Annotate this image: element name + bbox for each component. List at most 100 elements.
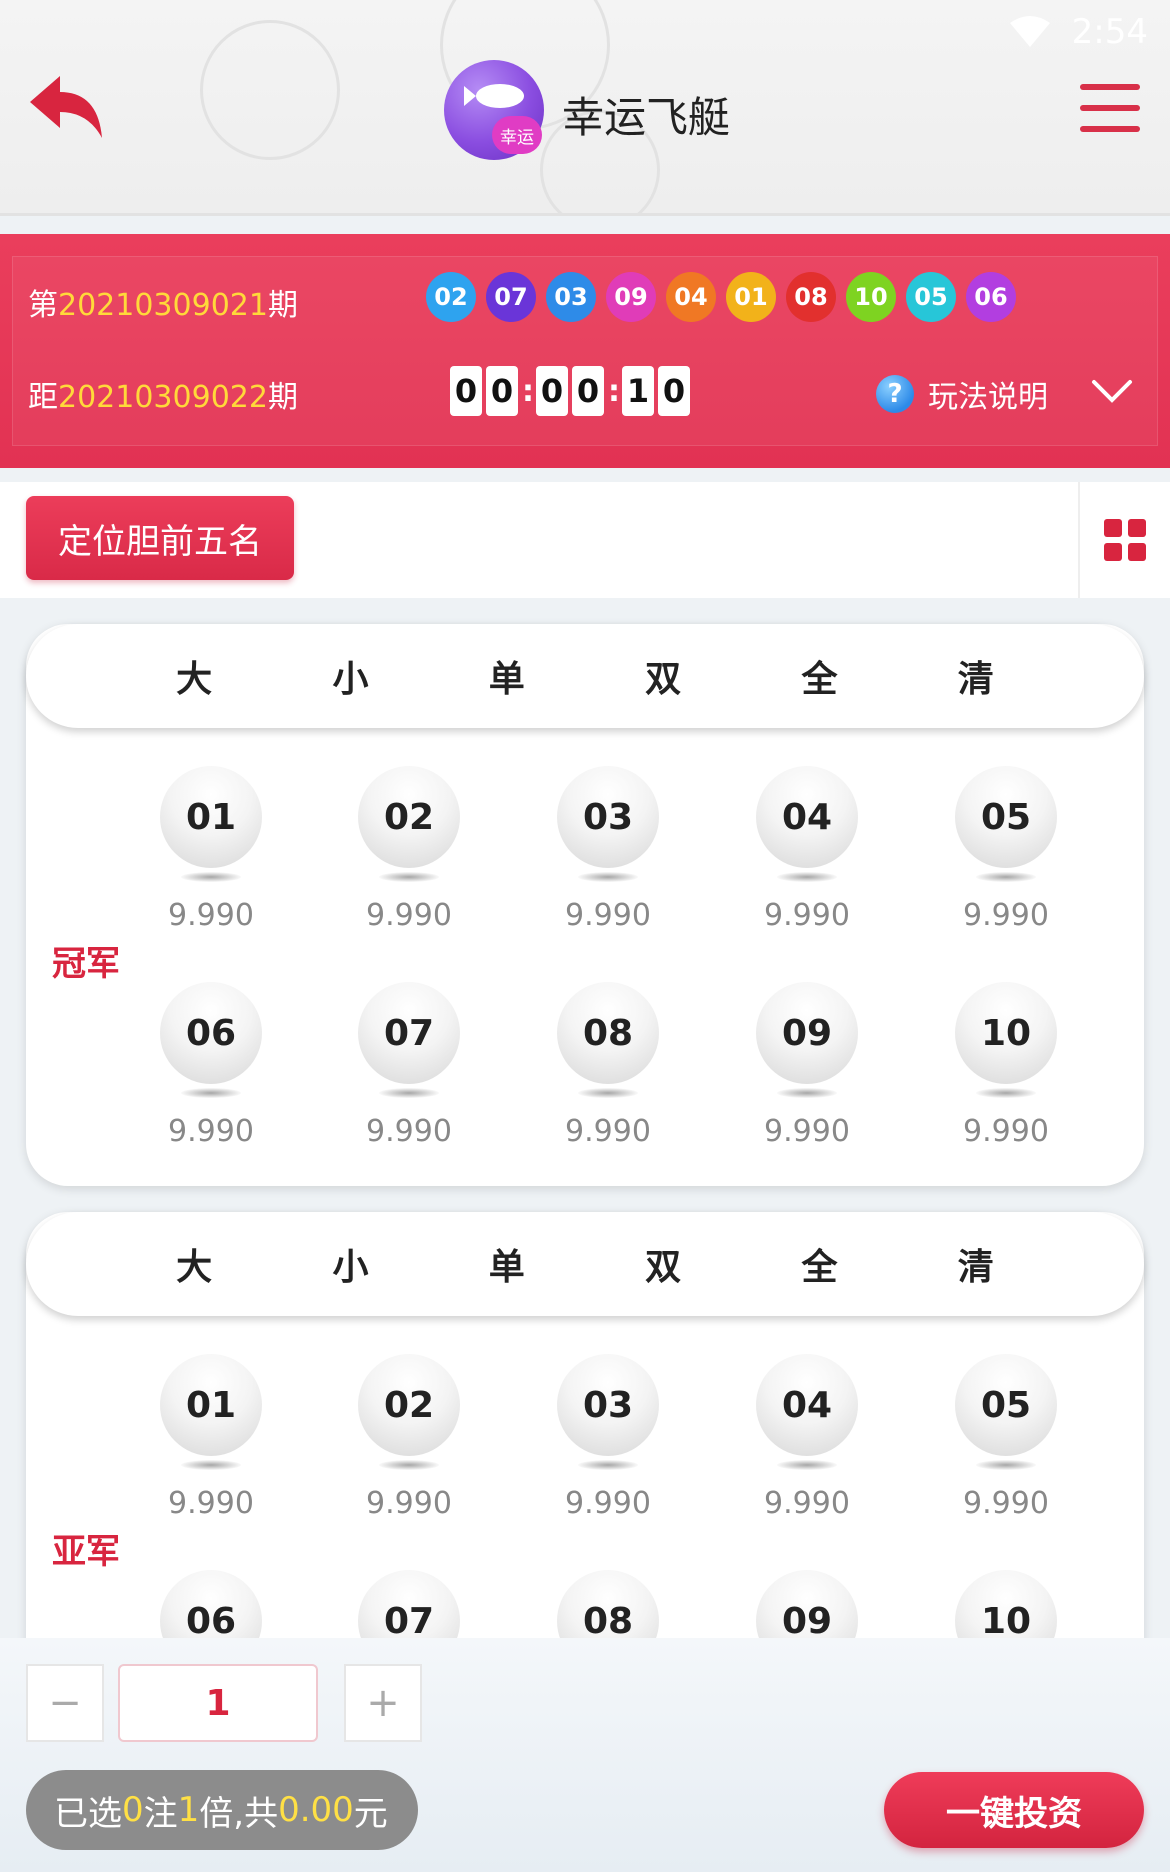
quick-select-button[interactable]: 大 (154, 1238, 234, 1290)
odds-value: 9.990 (565, 1486, 651, 1521)
result-ball: 10 (846, 272, 896, 322)
multiplier-value: 1 (177, 1790, 200, 1830)
ball-shadow (976, 1088, 1036, 1098)
next-period-prefix: 距 (28, 380, 58, 415)
ball-shadow (181, 1460, 241, 1470)
number-ball[interactable]: 09 (756, 982, 858, 1084)
quick-select-button[interactable]: 全 (779, 1238, 859, 1290)
number-ball[interactable]: 03 (557, 766, 659, 868)
quick-select-button[interactable]: 大 (154, 650, 234, 702)
quick-select-button[interactable]: 双 (623, 1238, 703, 1290)
number-option[interactable]: 01 9.990 (136, 1354, 286, 1544)
result-ball: 05 (906, 272, 956, 322)
number-option[interactable]: 10 9.990 (931, 982, 1081, 1172)
number-ball[interactable]: 02 (358, 1354, 460, 1456)
status-time: 2:54 (1071, 12, 1148, 52)
multiplier-input[interactable] (118, 1664, 318, 1742)
background-lottery-ball-decoration (200, 20, 340, 160)
ball-shadow (976, 872, 1036, 882)
chevron-down-icon (1092, 380, 1132, 403)
number-option[interactable]: 05 9.990 (931, 766, 1081, 956)
number-ball[interactable]: 01 (160, 766, 262, 868)
odds-value: 9.990 (168, 898, 254, 933)
top-header: 2:54 幸运 幸运飞艇 (0, 0, 1170, 216)
number-option[interactable]: 06 9.990 (136, 982, 286, 1172)
rules-help-button[interactable]: ? 玩法说明 (876, 372, 1048, 416)
number-ball[interactable]: 08 (557, 982, 659, 1084)
number-option[interactable]: 04 9.990 (732, 766, 882, 956)
summary-text: 已选 (54, 1793, 122, 1834)
odds-value: 9.990 (366, 898, 452, 933)
number-option[interactable]: 07 9.990 (334, 982, 484, 1172)
back-button[interactable] (26, 72, 106, 144)
ball-shadow (379, 872, 439, 882)
rules-help-label: 玩法说明 (928, 380, 1048, 415)
number-ball[interactable]: 03 (557, 1354, 659, 1456)
quick-select-button[interactable]: 清 (936, 1238, 1016, 1290)
countdown-digit: 1 (622, 366, 654, 416)
odds-value: 9.990 (963, 1486, 1049, 1521)
result-ball: 06 (966, 272, 1016, 322)
number-ball[interactable]: 07 (358, 982, 460, 1084)
countdown-separator: : (608, 373, 620, 409)
ball-shadow (578, 1460, 638, 1470)
countdown-digit: 0 (658, 366, 690, 416)
number-option[interactable]: 08 9.990 (533, 982, 683, 1172)
number-ball[interactable]: 02 (358, 766, 460, 868)
quick-select-button[interactable]: 单 (467, 1238, 547, 1290)
result-ball: 09 (606, 272, 656, 322)
number-ball[interactable]: 05 (955, 1354, 1057, 1456)
odds-value: 9.990 (565, 1114, 651, 1149)
odds-value: 9.990 (764, 1486, 850, 1521)
quick-select-button[interactable]: 全 (779, 650, 859, 702)
number-ball[interactable]: 04 (756, 766, 858, 868)
number-option[interactable]: 01 9.990 (136, 766, 286, 956)
current-period-prefix: 第 (28, 288, 58, 323)
ball-shadow (379, 1460, 439, 1470)
expand-history-button[interactable] (1090, 374, 1134, 410)
grid-icon (1104, 519, 1146, 561)
countdown-digit: 0 (486, 366, 518, 416)
number-option[interactable]: 03 9.990 (533, 1354, 683, 1544)
next-period-suffix: 期 (267, 380, 298, 415)
number-option[interactable]: 02 9.990 (334, 1354, 484, 1544)
countdown-digit: 0 (450, 366, 482, 416)
quick-select-button[interactable]: 小 (310, 1238, 390, 1290)
number-option[interactable]: 09 9.990 (732, 982, 882, 1172)
countdown-timer: 0 0 : 0 0 : 1 0 (450, 366, 690, 416)
number-ball[interactable]: 10 (955, 982, 1057, 1084)
number-option[interactable]: 04 9.990 (732, 1354, 882, 1544)
odds-value: 9.990 (168, 1486, 254, 1521)
menu-icon (1080, 84, 1140, 90)
quick-select-button[interactable]: 清 (936, 650, 1016, 702)
ball-shadow (578, 1088, 638, 1098)
quick-select-button[interactable]: 双 (623, 650, 703, 702)
ball-shadow (181, 1088, 241, 1098)
quick-select-button[interactable]: 单 (467, 650, 547, 702)
decrease-multiplier-button[interactable]: − (26, 1664, 104, 1742)
ball-shadow (777, 872, 837, 882)
one-click-invest-button[interactable]: 一键投资 (884, 1772, 1144, 1848)
result-ball: 02 (426, 272, 476, 322)
number-ball[interactable]: 05 (955, 766, 1057, 868)
logo-badge: 幸运 (492, 116, 542, 154)
menu-button[interactable] (1080, 84, 1140, 132)
number-ball[interactable]: 01 (160, 1354, 262, 1456)
summary-text: 倍,共 (199, 1793, 279, 1834)
wifi-icon (1009, 16, 1050, 47)
quick-select-button[interactable]: 小 (310, 650, 390, 702)
result-ball: 08 (786, 272, 836, 322)
number-ball[interactable]: 04 (756, 1354, 858, 1456)
odds-value: 9.990 (168, 1114, 254, 1149)
number-option[interactable]: 02 9.990 (334, 766, 484, 956)
increase-multiplier-button[interactable]: + (344, 1664, 422, 1742)
number-option[interactable]: 03 9.990 (533, 766, 683, 956)
number-ball[interactable]: 06 (160, 982, 262, 1084)
grid-view-button[interactable] (1078, 482, 1170, 598)
bet-summary: 已选 0 注 1 倍,共 0.00 元 (26, 1770, 418, 1850)
summary-text: 注 (143, 1793, 178, 1834)
number-option[interactable]: 05 9.990 (931, 1354, 1081, 1544)
page-title: 幸运飞艇 (562, 93, 731, 142)
play-mode-button[interactable]: 定位胆前五名 (26, 496, 294, 580)
next-period-number: 20210309022 (58, 380, 268, 415)
